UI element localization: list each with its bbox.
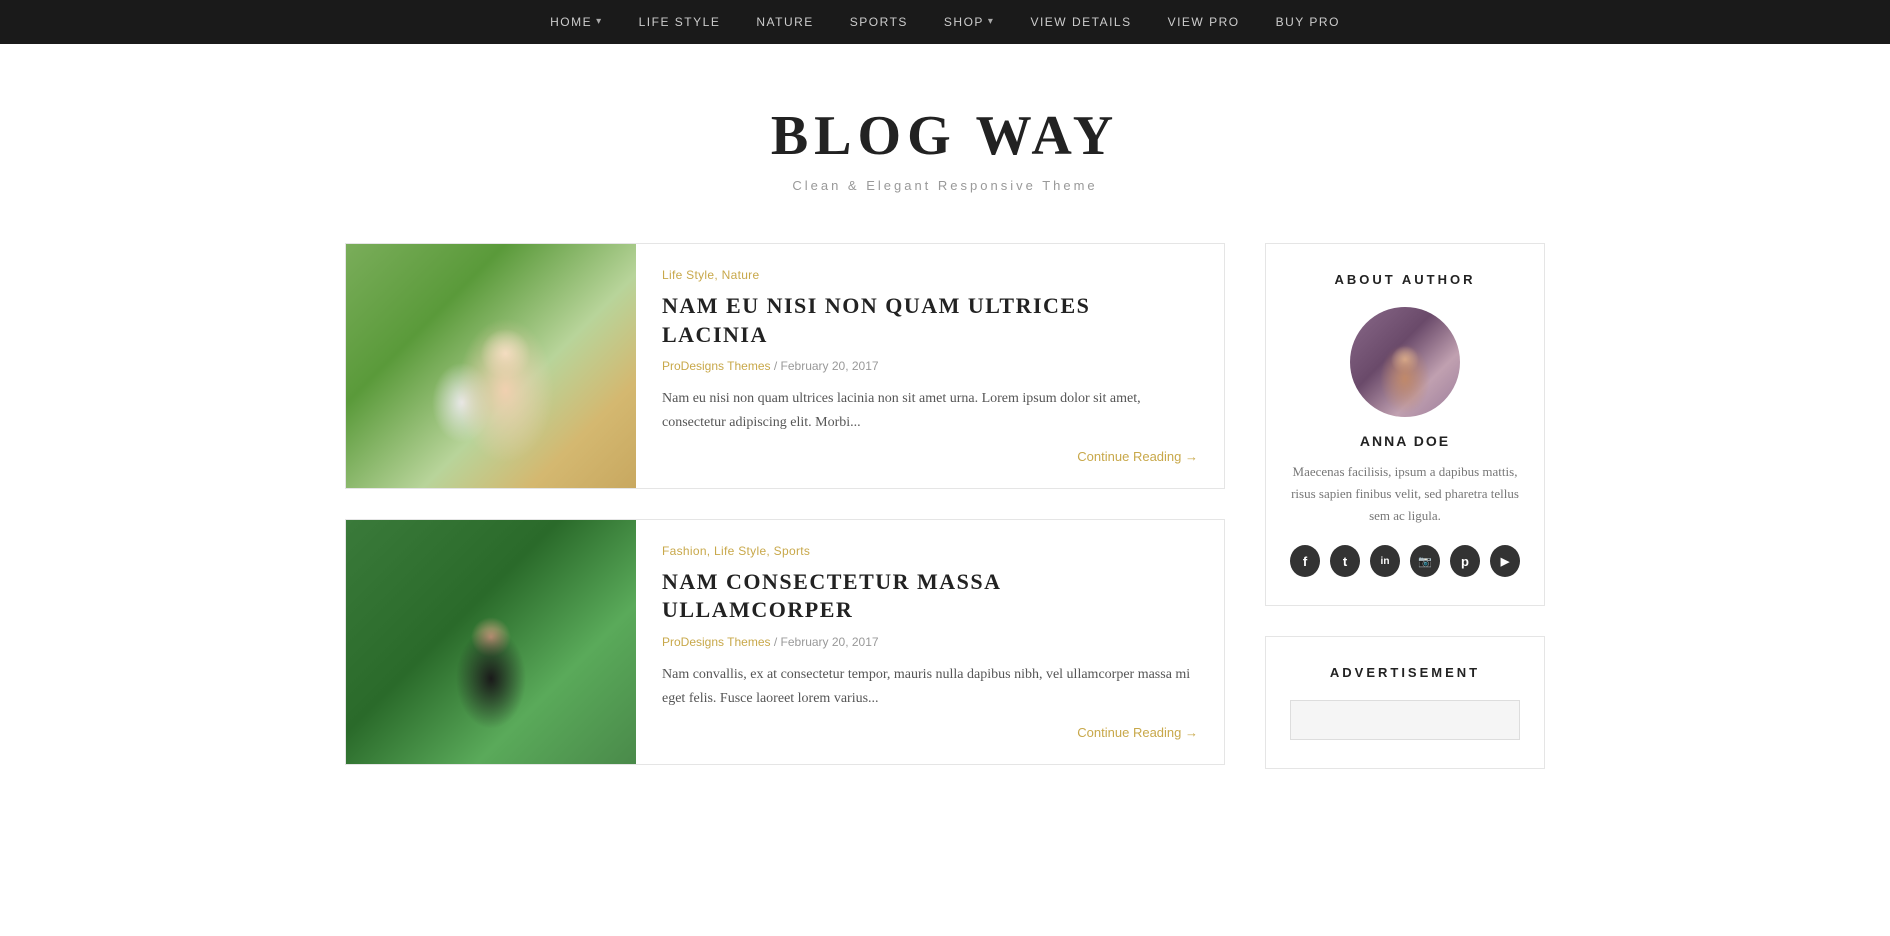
site-title: BLOG WAY <box>20 104 1870 168</box>
post-body: Life Style, Nature NAM EU NISI NON QUAM … <box>636 244 1224 488</box>
instagram-icon[interactable]: 📷 <box>1410 545 1440 577</box>
sidebar: ABOUT AUTHOR ANNA DOE Maecenas facilisis… <box>1265 243 1545 799</box>
post-excerpt: Nam eu nisi non quam ultrices lacinia no… <box>662 387 1198 435</box>
post-author[interactable]: ProDesigns Themes <box>662 635 771 649</box>
post-title[interactable]: NAM EU NISI NON QUAM ULTRICES LACINIA <box>662 292 1198 349</box>
facebook-icon[interactable]: f <box>1290 545 1320 577</box>
continue-reading-button[interactable]: Continue Reading → <box>662 449 1198 464</box>
post-categories[interactable]: Fashion, Life Style, Sports <box>662 544 1198 558</box>
site-tagline: Clean & Elegant Responsive Theme <box>20 178 1870 193</box>
about-author-title: ABOUT AUTHOR <box>1290 272 1520 287</box>
page-wrap: Life Style, Nature NAM EU NISI NON QUAM … <box>315 243 1575 859</box>
chevron-down-icon: ▾ <box>596 0 603 44</box>
twitter-icon[interactable]: t <box>1330 545 1360 577</box>
nav-buy-pro[interactable]: BUY PRO <box>1258 0 1358 44</box>
post-body: Fashion, Life Style, Sports NAM CONSECTE… <box>636 520 1224 764</box>
avatar <box>1350 307 1460 417</box>
post-categories[interactable]: Life Style, Nature <box>662 268 1198 282</box>
linkedin-icon[interactable]: in <box>1370 545 1400 577</box>
advertisement-title: ADVERTISEMENT <box>1290 665 1520 680</box>
main-content: Life Style, Nature NAM EU NISI NON QUAM … <box>345 243 1225 799</box>
continue-reading-button[interactable]: Continue Reading → <box>662 725 1198 740</box>
post-author[interactable]: ProDesigns Themes <box>662 359 771 373</box>
ad-placeholder <box>1290 700 1520 740</box>
post-card: Fashion, Life Style, Sports NAM CONSECTE… <box>345 519 1225 765</box>
post-title[interactable]: NAM CONSECTETUR MASSA ULLAMCORPER <box>662 568 1198 625</box>
author-name: ANNA DOE <box>1290 433 1520 449</box>
post-meta: ProDesigns Themes / February 20, 2017 <box>662 635 1198 649</box>
advertisement-widget: ADVERTISEMENT <box>1265 636 1545 769</box>
post-image <box>346 244 636 488</box>
nav-view-details[interactable]: VIEW DETAILS <box>1012 0 1149 44</box>
post-excerpt: Nam convallis, ex at consectetur tempor,… <box>662 663 1198 711</box>
post-date: / February 20, 2017 <box>774 359 879 373</box>
nav-shop[interactable]: SHOP ▾ <box>926 0 1013 44</box>
nav-view-pro[interactable]: VIEW PRO <box>1150 0 1258 44</box>
post-meta: ProDesigns Themes / February 20, 2017 <box>662 359 1198 373</box>
chevron-down-icon: ▾ <box>988 0 995 44</box>
about-author-widget: ABOUT AUTHOR ANNA DOE Maecenas facilisis… <box>1265 243 1545 606</box>
nav-sports[interactable]: SPORTS <box>832 0 926 44</box>
post-image <box>346 520 636 764</box>
site-header: BLOG WAY Clean & Elegant Responsive Them… <box>0 44 1890 243</box>
post-card: Life Style, Nature NAM EU NISI NON QUAM … <box>345 243 1225 489</box>
nav-lifestyle[interactable]: LIFE STYLE <box>621 0 739 44</box>
nav-nature[interactable]: NATURE <box>738 0 831 44</box>
social-icons: f t in 📷 p ▶ <box>1290 545 1520 577</box>
pinterest-icon[interactable]: p <box>1450 545 1480 577</box>
post-date: / February 20, 2017 <box>774 635 879 649</box>
main-nav: HOME ▾ LIFE STYLE NATURE SPORTS SHOP ▾ V… <box>0 0 1890 44</box>
author-bio: Maecenas facilisis, ipsum a dapibus matt… <box>1290 461 1520 527</box>
youtube-icon[interactable]: ▶ <box>1490 545 1520 577</box>
nav-home[interactable]: HOME ▾ <box>532 0 621 44</box>
